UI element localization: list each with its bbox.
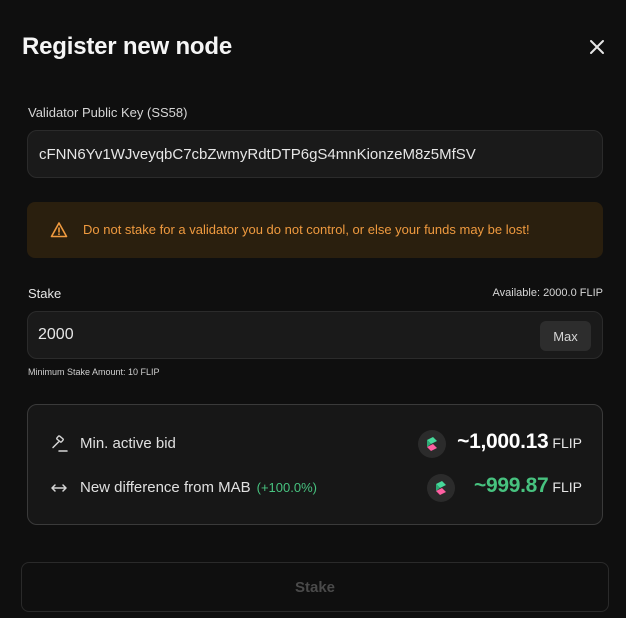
minimum-stake-note: Minimum Stake Amount: 10 FLIP [28, 367, 160, 377]
min-active-bid-label: Min. active bid [80, 435, 176, 452]
mab-difference-label: New difference from MAB [80, 479, 251, 496]
stake-submit-button[interactable]: Stake [21, 562, 609, 612]
validator-key-field[interactable] [27, 130, 603, 178]
stake-field[interactable]: Max [27, 311, 603, 359]
bid-summary-card: Min. active bid ~1,000.13 FLIP New diffe… [27, 404, 603, 525]
close-icon[interactable] [586, 36, 608, 58]
warning-banner: Do not stake for a validator you do not … [27, 202, 603, 258]
amount-value: ~999.87 [474, 474, 549, 497]
arrows-left-right-icon [50, 479, 68, 497]
validator-key-label: Validator Public Key (SS58) [28, 105, 188, 120]
flip-token-icon [427, 474, 455, 502]
modal-title: Register new node [22, 33, 232, 60]
mab-difference-label-wrap: New difference from MAB (+100.0%) [80, 479, 317, 496]
min-active-bid-amount: ~1,000.13 FLIP [457, 430, 582, 454]
mab-difference-row: New difference from MAB (+100.0%) ~999.87… [28, 473, 602, 503]
warning-text: Do not stake for a validator you do not … [83, 222, 530, 237]
stake-input[interactable] [28, 312, 488, 358]
amount-unit: FLIP [552, 479, 582, 495]
amount-unit: FLIP [552, 435, 582, 451]
validator-key-input[interactable] [28, 131, 602, 177]
flip-token-icon [418, 430, 446, 458]
max-button[interactable]: Max [540, 321, 591, 351]
available-balance: Available: 2000.0 FLIP [492, 287, 603, 299]
gavel-icon [50, 435, 68, 453]
warning-triangle-icon [50, 221, 68, 239]
mab-difference-amount: ~999.87 FLIP [474, 474, 582, 498]
stake-label: Stake [28, 286, 62, 301]
amount-value: ~1,000.13 [457, 430, 549, 453]
min-active-bid-row: Min. active bid ~1,000.13 FLIP [28, 429, 602, 459]
register-node-modal: Register new node Validator Public Key (… [0, 0, 626, 618]
mab-difference-percent: (+100.0%) [256, 480, 317, 495]
